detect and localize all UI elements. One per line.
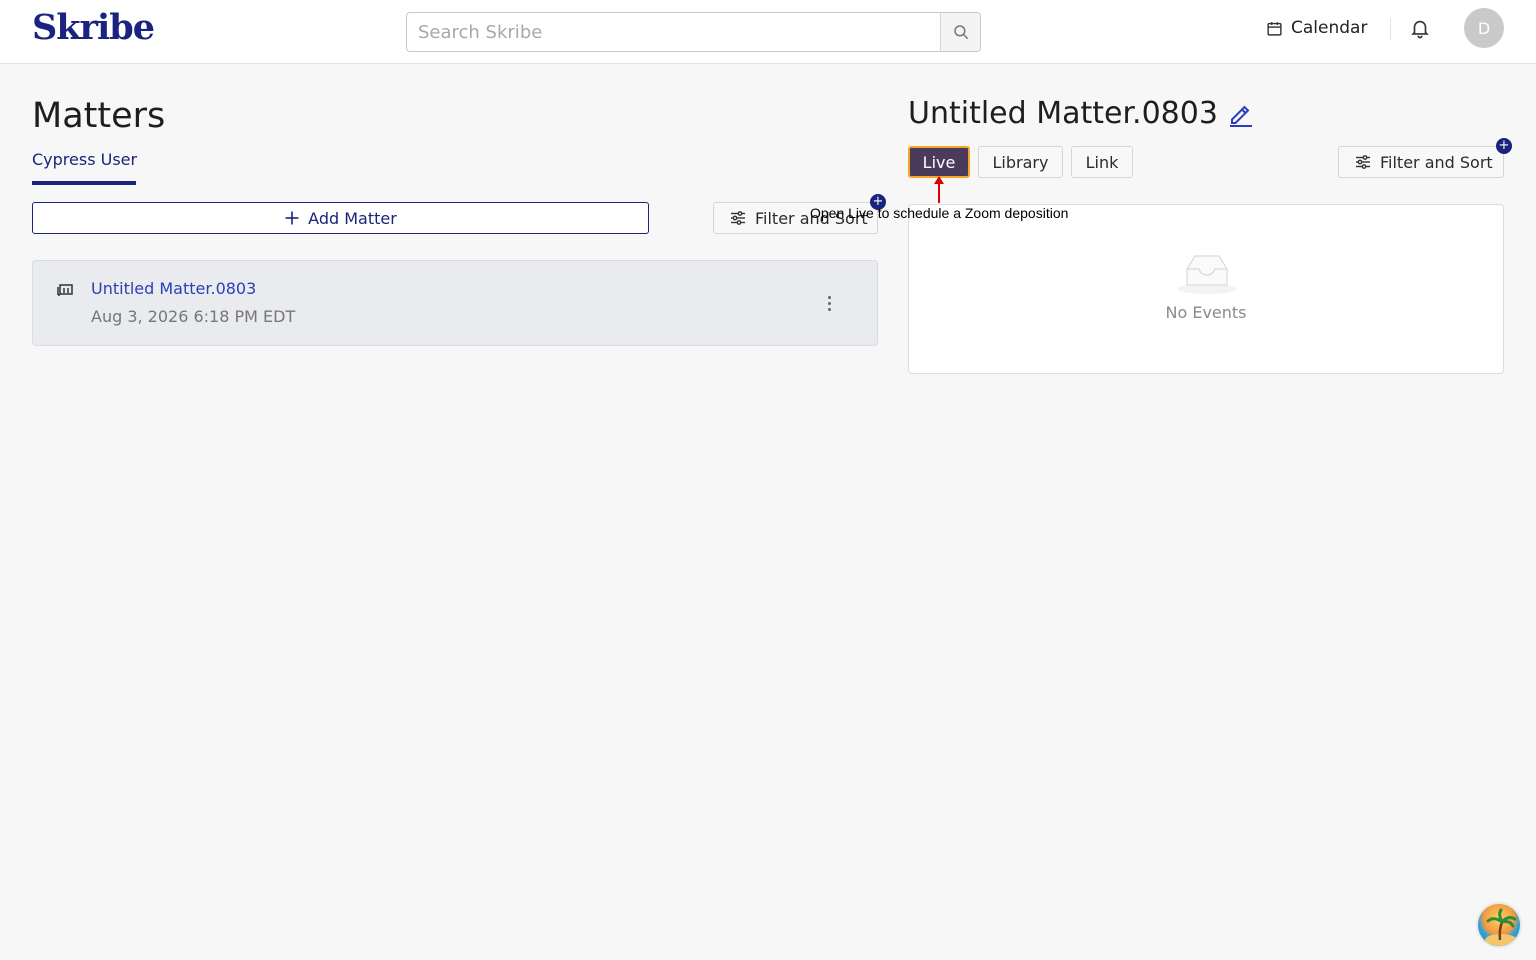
skribe-logo[interactable]: Skribe [32,8,155,48]
tab-library[interactable]: Library [978,146,1063,178]
search-input[interactable] [407,13,940,51]
search-bar [406,12,981,52]
top-header: Skribe Calendar D [0,0,1536,64]
sliders-icon [731,211,745,225]
filter-sort-button-events[interactable]: Filter and Sort [1338,146,1504,178]
palm-tree-icon [1485,908,1517,946]
plus-icon [285,211,299,225]
matter-list-item[interactable]: Untitled Matter.0803 Aug 3, 2026 6:18 PM… [32,260,878,346]
header-divider [1390,18,1391,40]
add-matter-button[interactable]: Add Matter [32,202,649,234]
filter-sort-label: Filter and Sort [1380,152,1493,172]
sliders-icon [1356,155,1370,169]
search-icon [953,25,968,40]
add-filter-plus-icon[interactable]: + [1496,138,1512,154]
page-title: Matters [32,96,166,136]
help-widget-icon[interactable] [1476,902,1522,948]
calendar-label: Calendar [1291,18,1368,38]
events-panel: No Events [908,204,1504,374]
calendar-icon [1267,21,1282,36]
add-matter-label: Add Matter [308,208,397,228]
hint-arrow-icon [934,176,944,203]
tab-link[interactable]: Link [1071,146,1133,178]
matter-folder-icon [57,284,73,296]
matter-title: Untitled Matter.0803 [908,96,1254,131]
notifications-button[interactable] [1409,17,1431,39]
active-tab-indicator [32,181,136,185]
bell-icon [1411,20,1429,39]
matter-name-link[interactable]: Untitled Matter.0803 [91,279,256,298]
hint-tooltip-text: Open Live to schedule a Zoom deposition [810,205,1069,221]
matter-title-text: Untitled Matter.0803 [908,96,1218,131]
more-options-icon[interactable] [819,291,839,315]
tab-live[interactable]: Live [908,146,970,178]
no-events-label: No Events [1165,303,1247,322]
empty-inbox-icon [1177,255,1237,294]
search-button[interactable] [940,13,980,51]
matter-date: Aug 3, 2026 6:18 PM EDT [91,307,296,326]
user-avatar[interactable]: D [1464,8,1504,48]
calendar-link[interactable]: Calendar [1266,16,1367,40]
edit-pencil-icon[interactable] [1228,101,1254,127]
